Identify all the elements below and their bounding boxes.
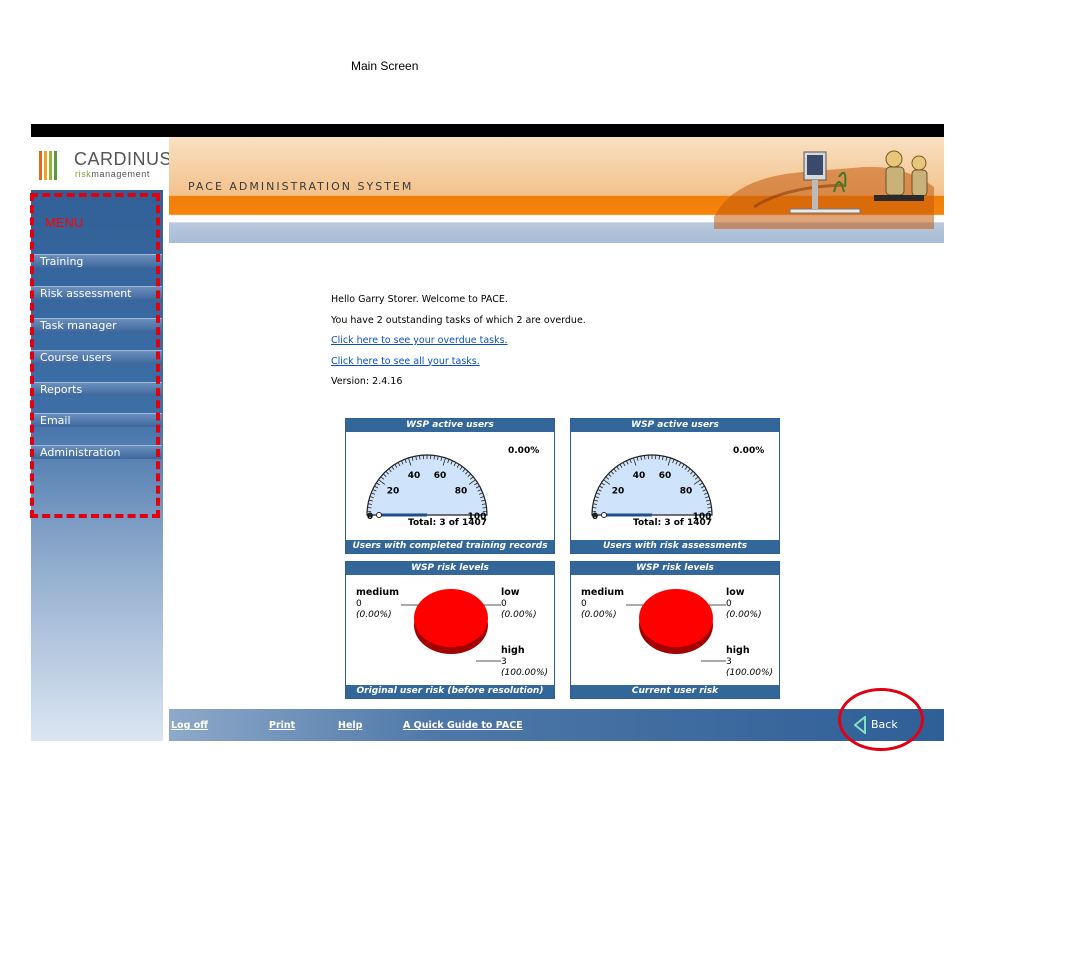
all-tasks-link[interactable]: Click here to see all your tasks. xyxy=(331,352,586,373)
gauge-tick-label: 60 xyxy=(434,471,447,481)
pace-app-window: CARDINUS riskmanagement MENU Training Ri… xyxy=(31,124,944,741)
gauge-needle-tip xyxy=(601,512,607,518)
gauge-pivot xyxy=(593,513,597,517)
gauge-panel-risk-assessments: WSP active users 020406080100 0.00% Tota… xyxy=(570,418,780,554)
cardinus-logo: CARDINUS riskmanagement xyxy=(31,137,172,190)
gauge-tick xyxy=(367,507,372,509)
gauge-tick-label: 20 xyxy=(612,486,625,496)
menu-highlight-annotation xyxy=(30,193,160,518)
logo-brand: CARDINUS xyxy=(74,149,173,169)
risk-medium-label: medium 0 (0.00%) xyxy=(581,587,625,620)
gauge-tick xyxy=(433,455,435,460)
pie-slice-high xyxy=(639,589,713,647)
greeting-text: Hello Garry Storer. Welcome to PACE. xyxy=(331,294,508,305)
gauge-tick xyxy=(592,507,597,509)
footer-bar: Log off Print Help A Quick Guide to PACE… xyxy=(169,709,944,741)
gauge-percent: 0.00% xyxy=(733,446,765,456)
print-link[interactable]: Print xyxy=(269,720,295,731)
panel-header: WSP risk levels xyxy=(571,562,779,575)
welcome-section: Hello Garry Storer. Welcome to PACE. You… xyxy=(331,290,586,393)
risk-high-label: high 3 (100.00%) xyxy=(726,645,774,678)
gauge-face xyxy=(366,454,488,516)
gauge-body: 020406080100 0.00% Total: 3 of 1407 xyxy=(571,432,779,540)
logo-subtitle: riskmanagement xyxy=(75,169,150,179)
risk-low-label: low 0 (0.00%) xyxy=(501,587,537,620)
risk-high-label: high 3 (100.00%) xyxy=(501,645,549,678)
panel-footer: Original user risk (before resolution) xyxy=(346,685,554,698)
gauge-tick-label: 80 xyxy=(455,486,468,496)
risk-low-label: low 0 (0.00%) xyxy=(726,587,762,620)
gauge-tick xyxy=(419,455,421,460)
back-highlight-annotation xyxy=(838,688,924,751)
system-name: PACE ADMINISTRATION SYSTEM xyxy=(188,180,414,193)
gauge-tick xyxy=(707,507,712,509)
logo-bars-icon xyxy=(39,151,59,184)
risk-body: medium 0 (0.00%) low 0 (0.00%) high 3 (100.00%… xyxy=(571,575,779,685)
top-black-bar xyxy=(31,124,944,137)
risk-body: medium 0 (0.00%) low 0 (0.00%) high 3 (100.00%… xyxy=(346,575,554,685)
version-text: Version: 2.4.16 xyxy=(331,376,403,387)
gauge-tick xyxy=(482,507,487,509)
risk-panel-original: WSP risk levels medium 0 (0.00%) low 0 (0.00… xyxy=(345,561,555,699)
help-link[interactable]: Help xyxy=(338,720,362,731)
logoff-link[interactable]: Log off xyxy=(171,720,208,731)
gauge-tick-label: 80 xyxy=(680,486,693,496)
gauge-tick-label: 60 xyxy=(659,471,672,481)
panel-header: WSP risk levels xyxy=(346,562,554,575)
panel-header: WSP active users xyxy=(346,419,554,432)
risk-panel-current: WSP risk levels medium 0 (0.00%) low 0 (0.00… xyxy=(570,561,780,699)
panel-footer: Users with risk assessments xyxy=(571,540,779,553)
quick-guide-link[interactable]: A Quick Guide to PACE xyxy=(403,720,523,731)
gauge-needle-tip xyxy=(376,512,382,518)
gauge-tick xyxy=(644,455,646,460)
panel-footer: Users with completed training records xyxy=(346,540,554,553)
overdue-tasks-link[interactable]: Click here to see your overdue tasks. xyxy=(331,331,586,352)
gauge-total: Total: 3 of 1407 xyxy=(633,518,712,528)
gauge-percent: 0.00% xyxy=(508,446,540,456)
gauge-tick-label: 20 xyxy=(387,486,400,496)
gauge-tick-label: 40 xyxy=(633,471,646,481)
panel-header: WSP active users xyxy=(571,419,779,432)
gauge-body: 020406080100 0.00% Total: 3 of 1407 xyxy=(346,432,554,540)
panel-footer: Current user risk xyxy=(571,685,779,698)
gauge-pivot xyxy=(368,513,372,517)
tasks-summary-text: You have 2 outstanding tasks of which 2 … xyxy=(331,314,586,326)
page-title: Main Screen xyxy=(351,59,419,73)
pie-slice-high xyxy=(414,589,488,647)
gauge-tick-label: 40 xyxy=(408,471,421,481)
risk-medium-label: medium 0 (0.00%) xyxy=(356,587,400,620)
gauge-total: Total: 3 of 1407 xyxy=(408,518,487,528)
gauge-tick xyxy=(658,455,660,460)
gauge-panel-training: WSP active users 020406080100 0.00% Tota… xyxy=(345,418,555,554)
header-banner: PACE ADMINISTRATION SYSTEM xyxy=(169,137,944,243)
office-workers-illustration-icon xyxy=(714,150,934,229)
gauge-face xyxy=(591,454,713,516)
